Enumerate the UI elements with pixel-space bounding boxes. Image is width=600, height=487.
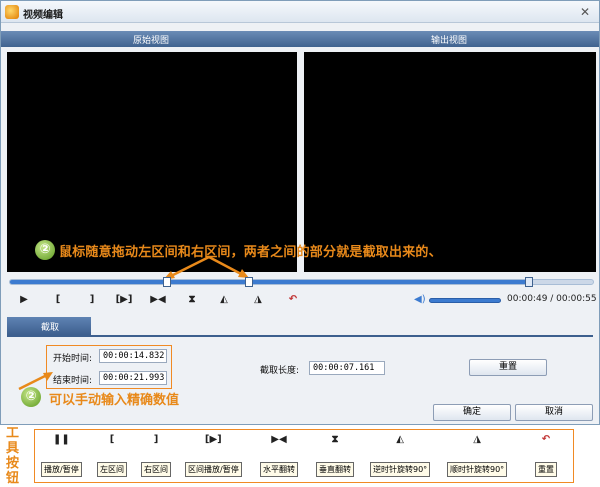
tab-clip-label: 截取 xyxy=(41,323,60,333)
window-title: 视频编辑 xyxy=(23,10,63,21)
flip-horizontal-icon: ▶◀ xyxy=(271,434,287,445)
left-bracket-icon[interactable]: [ xyxy=(49,293,67,307)
tool-caption: 重置 xyxy=(535,462,557,477)
tab-underline xyxy=(7,335,593,337)
clip-length-label: 截取长度: xyxy=(260,366,300,376)
title-bar: 视频编辑 ✕ xyxy=(1,1,599,23)
tool-reset: ↶ 重置 xyxy=(535,434,557,477)
tool-caption: 左区间 xyxy=(97,462,127,477)
left-bracket-icon: [ xyxy=(109,434,115,445)
right-interval-handle[interactable] xyxy=(245,277,254,287)
start-time-label: 开始时间: xyxy=(53,354,93,364)
timeline-slider[interactable] xyxy=(9,277,594,287)
step-badge-bottom: ② xyxy=(21,387,41,407)
close-icon[interactable]: ✕ xyxy=(577,4,593,20)
reset-icon[interactable]: ↶ xyxy=(284,293,302,307)
rotate-cw-icon[interactable]: ◮ xyxy=(249,293,267,307)
cancel-button[interactable]: 取消 xyxy=(515,404,593,421)
playhead-handle[interactable] xyxy=(524,277,533,287)
tool-interval-play: [▶] 区间播放/暂停 xyxy=(185,434,242,477)
tab-clip[interactable]: 截取 xyxy=(7,317,91,335)
interval-play-icon[interactable]: [▶] xyxy=(115,293,133,307)
volume-slider[interactable] xyxy=(429,298,501,303)
tool-right-interval: ] 右区间 xyxy=(141,434,171,477)
app-icon xyxy=(5,5,19,19)
tool-caption: 右区间 xyxy=(141,462,171,477)
tool-left-interval: [ 左区间 xyxy=(97,434,127,477)
end-time-label: 结束时间: xyxy=(53,376,93,386)
play-pause-icon: ❚❚ xyxy=(52,434,70,445)
tool-caption: 区间播放/暂停 xyxy=(185,462,242,477)
interval-play-icon: [▶] xyxy=(204,434,222,445)
output-view-label: 输出视图 xyxy=(431,36,468,46)
tool-caption: 播放/暂停 xyxy=(41,462,82,477)
tools-label: 工具按钮 xyxy=(6,426,20,486)
flip-vertical-icon[interactable]: ⧗ xyxy=(183,293,201,307)
tool-rotate-ccw: ◭ 逆时针旋转90° xyxy=(370,434,431,477)
volume-icon[interactable]: ◀) xyxy=(414,294,426,306)
left-interval-handle[interactable] xyxy=(163,277,172,287)
end-time-input[interactable]: 00:00:21.993 xyxy=(99,371,167,385)
clip-length-field: 00:00:07.161 xyxy=(309,361,385,375)
rotate-ccw-icon[interactable]: ◭ xyxy=(215,293,233,307)
tool-caption: 水平翻转 xyxy=(260,462,298,477)
right-bracket-icon[interactable]: ] xyxy=(83,293,101,307)
rotate-ccw-icon: ◭ xyxy=(396,434,404,445)
tool-caption: 垂直翻转 xyxy=(316,462,354,477)
play-icon[interactable]: ▶ xyxy=(15,293,33,307)
reset-icon: ↶ xyxy=(541,434,551,445)
tool-caption: 逆时针旋转90° xyxy=(370,462,431,477)
clip-reset-button[interactable]: 重置 xyxy=(469,359,547,376)
output-video-panel xyxy=(304,52,596,272)
flip-horizontal-icon[interactable]: ▶◀ xyxy=(149,293,167,307)
original-video-panel xyxy=(7,52,297,272)
tool-rotate-cw: ◮ 顺时针旋转90° xyxy=(447,434,508,477)
rotate-cw-icon: ◮ xyxy=(473,434,481,445)
tool-caption: 顺时针旋转90° xyxy=(447,462,508,477)
start-time-input[interactable]: 00:00:14.832 xyxy=(99,349,167,363)
tool-legend: ❚❚ 播放/暂停 [ 左区间 ] 右区间 [▶] 区间播放/暂停 ▶◀ 水平翻转… xyxy=(34,429,574,483)
flip-vertical-icon: ⧗ xyxy=(331,434,339,445)
ok-button[interactable]: 确定 xyxy=(433,404,511,421)
tool-flip-horizontal: ▶◀ 水平翻转 xyxy=(260,434,298,477)
original-view-label: 原始视图 xyxy=(133,36,170,46)
time-readout: 00:00:49 / 00:00:55 xyxy=(507,294,597,304)
tool-play-pause: ❚❚ 播放/暂停 xyxy=(41,434,82,477)
manual-input-hint: 可以手动输入精确数值 xyxy=(49,393,180,408)
right-bracket-icon: ] xyxy=(153,434,159,445)
video-edit-window: 视频编辑 ✕ 原始视图 输出视图 ② 鼠标随意拖动左区间和右区间，两者之间的部分… xyxy=(0,0,600,425)
view-header: 原始视图 输出视图 xyxy=(1,31,599,47)
step-badge-top: ② xyxy=(35,240,55,260)
tool-flip-vertical: ⧗ 垂直翻转 xyxy=(316,434,354,477)
timeline-progress xyxy=(10,280,529,284)
